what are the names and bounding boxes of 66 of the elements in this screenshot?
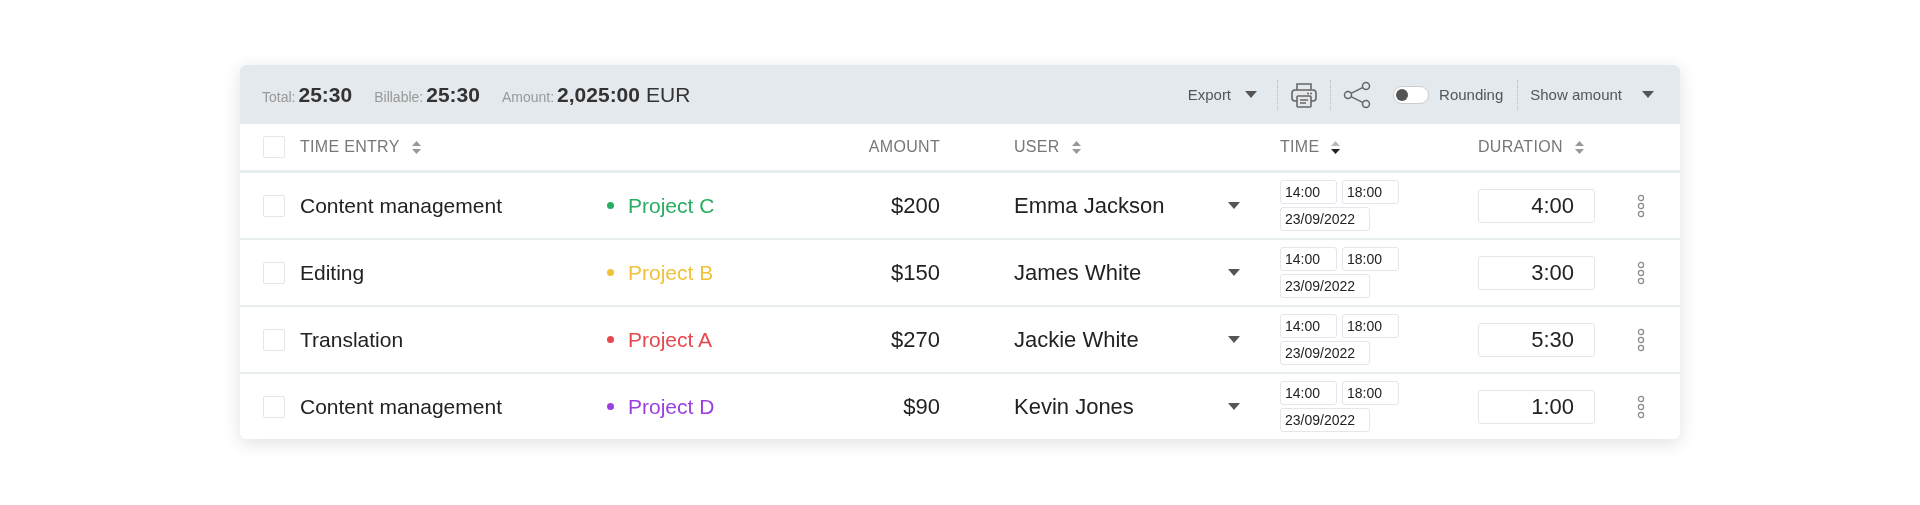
caret-icon bbox=[1228, 403, 1240, 410]
amount-value: $270 bbox=[891, 326, 940, 353]
start-time-field[interactable]: 14:00 bbox=[1280, 381, 1337, 405]
checkbox[interactable] bbox=[263, 136, 285, 158]
caret-icon bbox=[1642, 91, 1654, 98]
print-icon[interactable] bbox=[1290, 80, 1319, 109]
column-header: AMOUNT bbox=[868, 138, 940, 156]
duration-field[interactable]: 5:30 bbox=[1478, 322, 1595, 357]
user-dropdown[interactable]: Kevin Jones bbox=[1014, 393, 1260, 420]
column-header: DURATION bbox=[1478, 138, 1563, 156]
summary-label: Total: bbox=[262, 88, 296, 105]
checkbox[interactable] bbox=[263, 395, 285, 418]
more-icon[interactable] bbox=[1637, 260, 1645, 285]
checkbox[interactable] bbox=[263, 328, 285, 351]
date-field[interactable]: 23/09/2022 bbox=[1280, 274, 1370, 298]
caret-icon bbox=[1228, 202, 1240, 209]
summary-value: 25:30 bbox=[298, 82, 353, 107]
start-time-field[interactable]: 14:00 bbox=[1280, 180, 1337, 204]
summary-label: Billable: bbox=[374, 88, 424, 105]
project-name: Project C bbox=[628, 193, 715, 218]
duration-field[interactable]: 4:00 bbox=[1478, 188, 1595, 223]
user-dropdown[interactable]: James White bbox=[1014, 259, 1260, 286]
duration-field[interactable]: 1:00 bbox=[1478, 389, 1595, 424]
duration-field[interactable]: 3:00 bbox=[1478, 255, 1595, 290]
date-field[interactable]: 23/09/2022 bbox=[1280, 341, 1370, 365]
checkbox[interactable] bbox=[263, 194, 285, 217]
project-name: Project A bbox=[628, 327, 713, 352]
show-amount-dropdown[interactable]: Show amount bbox=[1530, 86, 1654, 103]
caret-icon bbox=[1228, 269, 1240, 276]
end-time-field[interactable]: 18:00 bbox=[1342, 314, 1399, 338]
share-icon[interactable] bbox=[1343, 80, 1372, 109]
checkbox[interactable] bbox=[263, 261, 285, 284]
more-icon[interactable] bbox=[1637, 394, 1645, 419]
sort-icon[interactable] bbox=[1331, 140, 1341, 154]
end-time-field[interactable]: 18:00 bbox=[1342, 247, 1399, 271]
column-header: USER bbox=[1014, 138, 1060, 156]
project-name: Project B bbox=[628, 260, 714, 285]
amount-value: $200 bbox=[891, 192, 940, 219]
summary-label: Amount: bbox=[501, 88, 555, 105]
summary-value: 2,025:00 bbox=[557, 82, 640, 107]
export-button[interactable]: Export bbox=[1187, 86, 1258, 103]
entry-description: Content management bbox=[300, 193, 503, 218]
caret-icon bbox=[1245, 91, 1258, 98]
summary-value: 25:30 bbox=[426, 82, 480, 107]
project-name: Project D bbox=[628, 394, 715, 419]
caret-icon bbox=[1228, 336, 1240, 343]
user-dropdown[interactable]: Jackie White bbox=[1014, 326, 1260, 353]
entry-description: Editing bbox=[300, 260, 366, 285]
date-field[interactable]: 23/09/2022 bbox=[1280, 207, 1370, 231]
start-time-field[interactable]: 14:00 bbox=[1280, 247, 1337, 271]
amount-value: $90 bbox=[903, 393, 940, 420]
rounding-toggle[interactable] bbox=[1393, 85, 1430, 104]
column-header: TIME bbox=[1280, 138, 1320, 156]
amount-value: $150 bbox=[891, 259, 940, 286]
user-dropdown[interactable]: Emma Jackson bbox=[1014, 192, 1260, 219]
rounding-label: Rounding bbox=[1439, 86, 1504, 103]
more-icon[interactable] bbox=[1637, 193, 1645, 218]
start-time-field[interactable]: 14:00 bbox=[1280, 314, 1337, 338]
date-field[interactable]: 23/09/2022 bbox=[1280, 408, 1370, 432]
entry-description: Content management bbox=[300, 394, 503, 419]
end-time-field[interactable]: 18:00 bbox=[1342, 180, 1399, 204]
end-time-field[interactable]: 18:00 bbox=[1342, 381, 1399, 405]
entry-description: Translation bbox=[300, 327, 405, 352]
column-header: TIME ENTRY bbox=[300, 138, 400, 156]
currency-unit: EUR bbox=[646, 82, 691, 107]
more-icon[interactable] bbox=[1637, 327, 1645, 352]
